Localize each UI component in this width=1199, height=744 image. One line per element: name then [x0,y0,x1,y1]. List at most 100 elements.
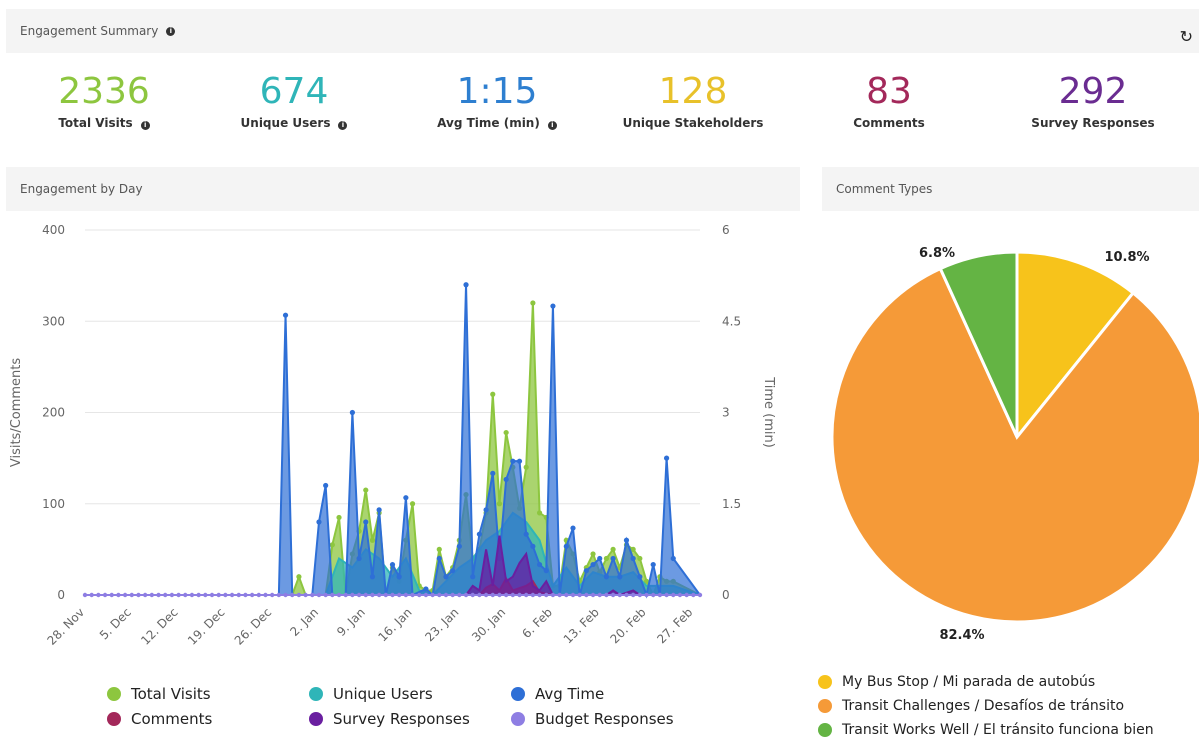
data-point[interactable] [557,592,562,598]
data-point[interactable] [604,592,609,598]
data-point[interactable] [216,592,221,598]
data-point[interactable] [310,592,315,598]
data-point[interactable] [637,574,643,580]
data-point[interactable] [590,551,596,557]
data-point[interactable] [376,507,382,513]
data-point[interactable] [423,586,429,592]
info-icon[interactable]: i [547,121,557,130]
data-point[interactable] [183,592,188,598]
data-point[interactable] [530,592,536,598]
data-point[interactable] [363,487,369,493]
data-point[interactable] [249,592,255,598]
data-point[interactable] [356,592,362,598]
data-point[interactable] [296,592,302,598]
data-point[interactable] [543,568,549,574]
data-point[interactable] [517,592,522,598]
data-point[interactable] [496,501,503,507]
data-point[interactable] [363,519,369,525]
data-point[interactable] [336,514,342,521]
data-point[interactable] [316,519,322,525]
data-point[interactable] [383,592,389,598]
data-point[interactable] [644,592,649,598]
data-point[interactable] [516,458,523,464]
data-point[interactable] [536,561,543,568]
data-point[interactable] [417,592,422,598]
data-point[interactable] [610,546,616,552]
data-point[interactable] [697,592,703,598]
pie-legend-item-transit-works-well[interactable]: Transit Works Well / El tránsito funcion… [818,722,1154,738]
data-point[interactable] [564,592,569,598]
data-point[interactable] [536,510,543,516]
data-point[interactable] [82,592,88,598]
data-point[interactable] [450,568,456,574]
data-point[interactable] [243,592,248,598]
data-point[interactable] [570,592,576,598]
data-point[interactable] [530,300,536,306]
data-point[interactable] [603,555,610,562]
data-point[interactable] [503,476,509,483]
data-point[interactable] [537,592,542,598]
data-point[interactable] [490,391,496,397]
data-point[interactable] [490,592,495,598]
data-point[interactable] [497,592,502,598]
data-point[interactable] [436,555,442,562]
data-point[interactable] [336,592,342,598]
data-point[interactable] [443,574,449,580]
data-point[interactable] [316,592,322,598]
legend-item-comments[interactable]: Comments [107,710,212,728]
data-point[interactable] [477,592,482,598]
data-point[interactable] [550,303,556,309]
data-point[interactable] [296,574,302,580]
data-point[interactable] [671,592,676,598]
data-point[interactable] [282,312,289,318]
data-point[interactable] [597,592,602,598]
data-point[interactable] [463,592,469,598]
series-area-avg-time[interactable] [85,284,702,599]
data-point[interactable] [163,592,168,598]
data-point[interactable] [530,543,536,549]
data-point[interactable] [396,574,402,580]
data-point[interactable] [590,592,596,598]
pie-legend-item-transit-challenges[interactable]: Transit Challenges / Desafíos de tránsit… [818,698,1124,714]
data-point[interactable] [583,568,589,574]
series-area-total-visits[interactable] [85,302,701,598]
data-point[interactable] [142,592,148,598]
data-point[interactable] [637,592,643,598]
data-point[interactable] [503,592,509,598]
data-point[interactable] [236,592,241,598]
legend-item-avg-time[interactable]: Avg Time [511,685,604,703]
data-point[interactable] [677,592,683,598]
data-point[interactable] [356,555,362,562]
data-point[interactable] [389,561,396,568]
refresh-icon[interactable]: ↻ [1180,29,1193,45]
data-point[interactable] [436,546,442,552]
data-point[interactable] [129,592,134,598]
legend-item-total-visits[interactable]: Total Visits [107,685,211,703]
data-point[interactable] [637,555,643,562]
data-point[interactable] [229,592,235,598]
data-point[interactable] [597,555,603,562]
data-point[interactable] [523,531,529,537]
legend-item-survey-responses[interactable]: Survey Responses [309,710,470,728]
data-point[interactable] [223,592,228,598]
data-point[interactable] [410,592,415,598]
data-point[interactable] [149,592,155,598]
data-point[interactable] [89,592,94,598]
data-point[interactable] [691,592,696,598]
data-point[interactable] [403,495,409,501]
data-point[interactable] [603,574,610,580]
data-point[interactable] [470,574,476,580]
data-point[interactable] [584,592,589,598]
data-point[interactable] [443,592,449,598]
data-point[interactable] [323,482,329,489]
data-point[interactable] [350,592,355,598]
data-point[interactable] [657,592,663,598]
data-point[interactable] [276,592,282,598]
data-point[interactable] [437,592,442,598]
data-point[interactable] [577,592,582,598]
data-point[interactable] [396,592,402,598]
data-point[interactable] [630,592,636,598]
data-point[interactable] [196,592,201,598]
data-point[interactable] [370,592,375,598]
data-point[interactable] [610,592,616,598]
